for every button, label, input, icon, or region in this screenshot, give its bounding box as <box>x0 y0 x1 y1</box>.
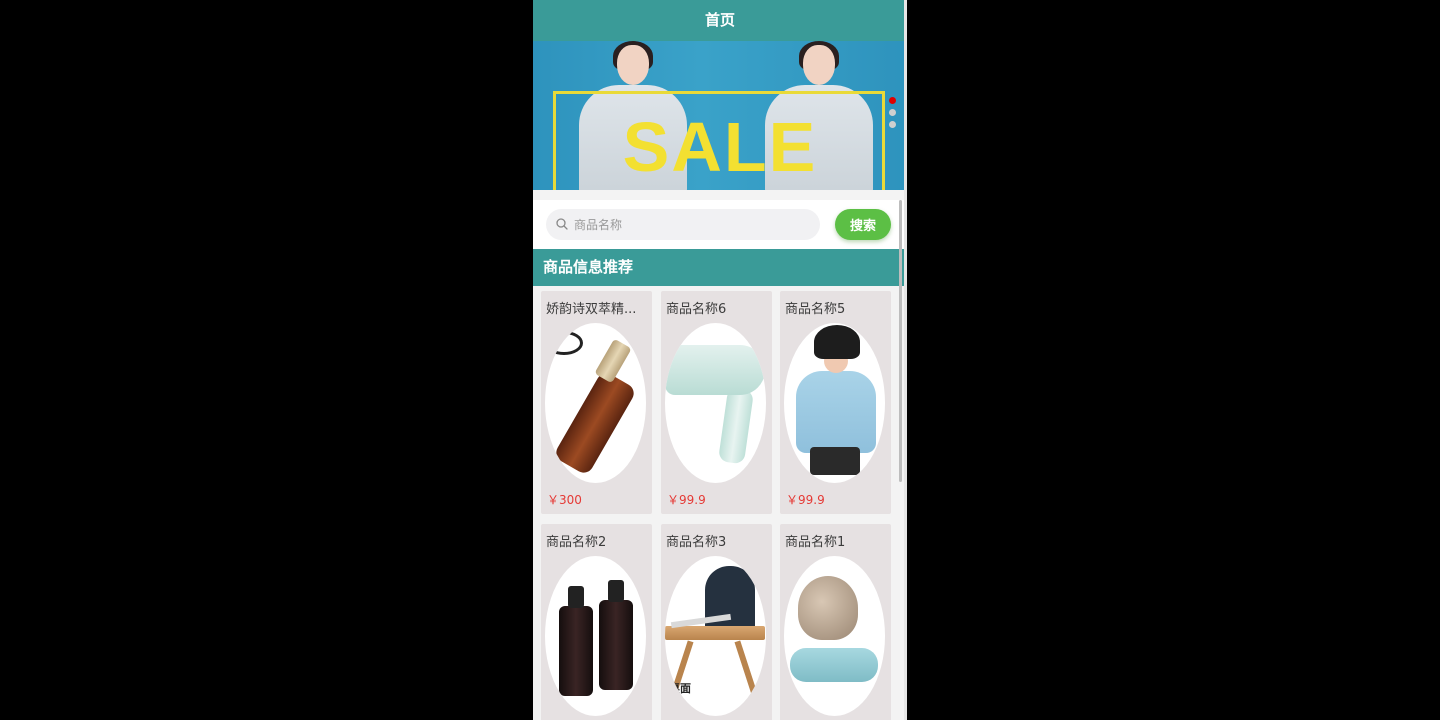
product-name: 商品名称2 <box>546 535 607 550</box>
product-grid: 娇韵诗双萃精... ￥300 商品名称6 ￥99.9 商品名称5 ￥99.9 商… <box>533 286 907 720</box>
product-card[interactable]: 娇韵诗双萃精... ￥300 <box>541 291 652 514</box>
product-card[interactable]: 商品名称1 <box>780 524 891 720</box>
product-name: 商品名称6 <box>666 302 727 317</box>
product-image[interactable] <box>784 323 885 483</box>
product-image[interactable] <box>784 556 885 716</box>
carousel-indicator[interactable] <box>889 109 896 116</box>
product-name: 商品名称5 <box>785 302 846 317</box>
banner-sale-text: SALE <box>622 108 818 186</box>
product-name: 商品名称1 <box>785 535 846 550</box>
product-card[interactable]: 商品名称3 桌面 <box>661 524 772 720</box>
product-name: 商品名称3 <box>666 535 727 550</box>
product-image-caption: 桌面 <box>669 682 691 695</box>
section-title: 商品信息推荐 <box>533 249 907 286</box>
product-price: ￥300 <box>547 493 582 507</box>
search-bar: 搜索 <box>533 200 907 249</box>
product-image[interactable] <box>545 323 646 483</box>
product-price: ￥99.9 <box>786 493 825 507</box>
search-button[interactable]: 搜索 <box>835 209 891 240</box>
carousel-indicator-active[interactable] <box>889 97 896 104</box>
page-title: 首页 <box>533 0 907 41</box>
search-input[interactable] <box>574 209 814 240</box>
product-image[interactable] <box>545 556 646 716</box>
mobile-app-frame: 首页 SALE 搜索 商品信息推荐 娇韵诗双萃精... <box>533 0 907 720</box>
product-image[interactable] <box>665 323 766 483</box>
product-image[interactable]: 桌面 <box>665 556 766 716</box>
search-box[interactable] <box>546 209 820 240</box>
promo-banner[interactable]: SALE <box>533 41 907 190</box>
product-price: ￥99.9 <box>667 493 706 507</box>
product-card[interactable]: 商品名称2 <box>541 524 652 720</box>
product-name: 娇韵诗双萃精... <box>546 302 637 317</box>
product-card[interactable]: 商品名称6 ￥99.9 <box>661 291 772 514</box>
search-icon <box>556 218 568 230</box>
carousel-indicator[interactable] <box>889 121 896 128</box>
product-card[interactable]: 商品名称5 ￥99.9 <box>780 291 891 514</box>
